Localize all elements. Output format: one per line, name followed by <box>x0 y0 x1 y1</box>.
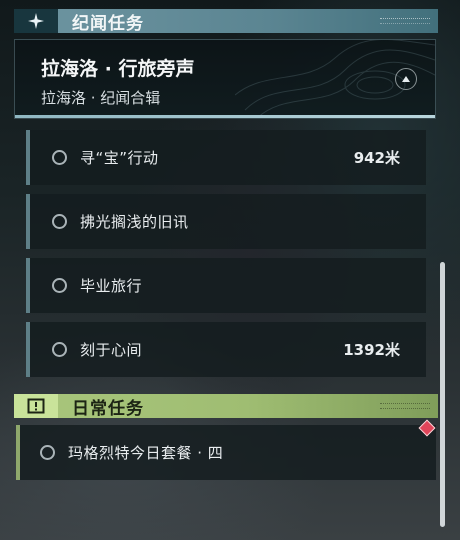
quest-distance: 1392米 <box>343 341 400 359</box>
quest-row-1[interactable]: 寻“宝”行动 942米 <box>26 130 426 185</box>
quest-name: 毕业旅行 <box>80 277 143 295</box>
quest-radio[interactable] <box>40 445 55 460</box>
world-quests-title: 纪闻任务 <box>72 13 144 34</box>
quest-radio[interactable] <box>52 342 67 357</box>
daily-quests-header[interactable]: 日常任务 <box>14 394 438 419</box>
quest-distance: 942米 <box>353 149 400 167</box>
quest-row-4[interactable]: 刻于心间 1392米 <box>26 322 426 377</box>
quest-chain-card[interactable]: 拉海洛 · 行旅旁声 拉海洛 · 纪闻合辑 <box>14 39 436 119</box>
quest-chain-subtitle: 拉海洛 · 纪闻合辑 <box>41 89 161 107</box>
sparkle-star-icon <box>14 9 58 33</box>
quest-name: 玛格烈特今日套餐 · 四 <box>68 444 224 462</box>
chevron-up-icon <box>402 76 410 82</box>
quest-name: 寻“宝”行动 <box>80 149 159 167</box>
quest-row-2[interactable]: 拂光搁浅的旧讯 <box>26 194 426 249</box>
world-quests-header[interactable]: 纪闻任务 <box>14 9 438 34</box>
daily-quest-row-1[interactable]: 玛格烈特今日套餐 · 四 <box>16 425 436 480</box>
quest-radio[interactable] <box>52 214 67 229</box>
quest-row-3[interactable]: 毕业旅行 <box>26 258 426 313</box>
quest-radio[interactable] <box>52 150 67 165</box>
exclamation-box-icon <box>14 394 58 418</box>
quest-chain-title: 拉海洛 · 行旅旁声 <box>41 58 195 80</box>
header-decoration <box>380 403 430 409</box>
collapse-button[interactable] <box>395 68 417 90</box>
quest-name: 拂光搁浅的旧讯 <box>80 213 189 231</box>
header-decoration <box>380 18 430 24</box>
daily-quests-title: 日常任务 <box>72 398 144 419</box>
quest-radio[interactable] <box>52 278 67 293</box>
quest-name: 刻于心间 <box>80 341 143 359</box>
scrollbar[interactable] <box>440 262 445 527</box>
